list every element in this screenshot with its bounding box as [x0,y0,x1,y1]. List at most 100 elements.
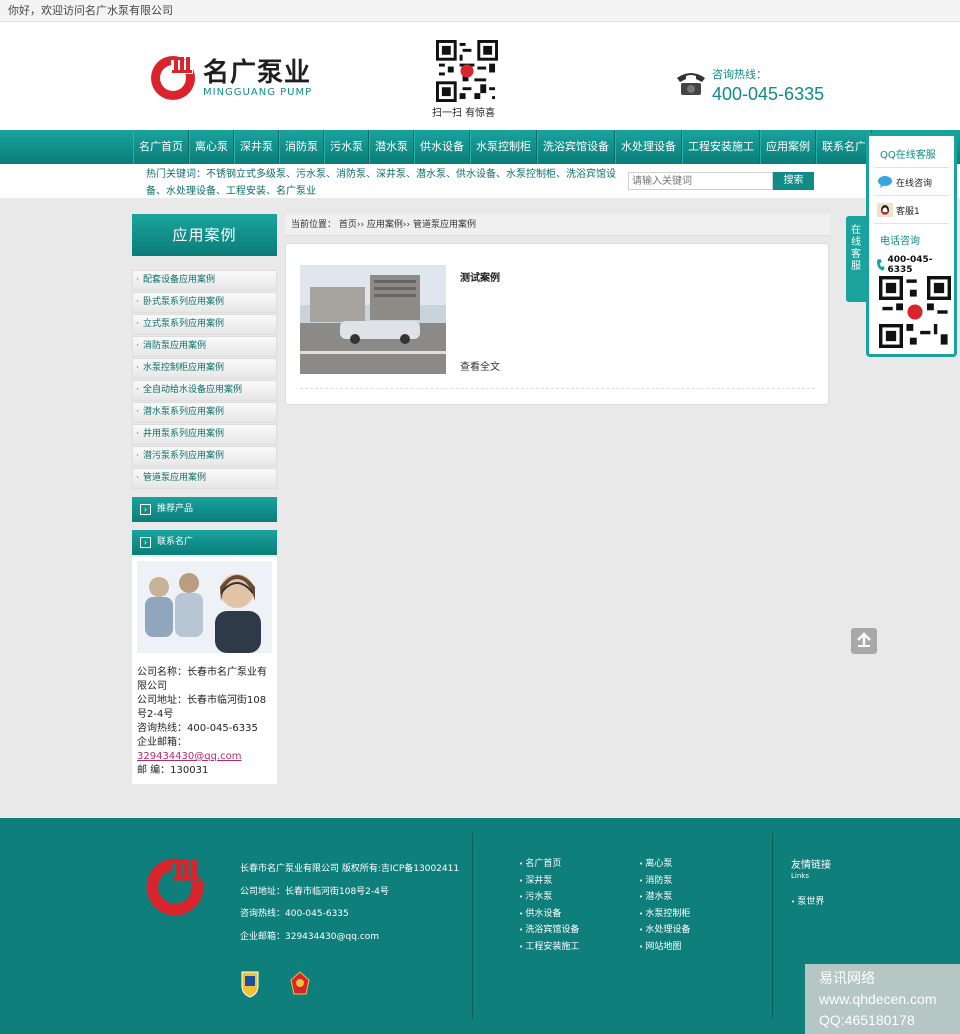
search-input[interactable] [628,172,773,190]
sidebar-item[interactable]: 立式泵系列应用案例 [132,314,277,335]
contact-title: 联系名广 [157,537,194,547]
contact-email-label: 企业邮箱： [137,737,187,748]
agent-button[interactable]: 客服1 [869,203,954,217]
logo-english: MINGGUANG PUMP [203,86,313,98]
nav-item-bath-hotel[interactable]: 洗浴宾馆设备 [537,130,615,164]
watermark-line: 易讯网络 [819,970,875,986]
contact-phone: 咨询热线：400-045-6335 [137,723,258,734]
footer-logo-icon [146,858,204,916]
footer-link[interactable]: 水泵控制柜 [639,906,759,919]
business-license-badge-icon[interactable] [290,970,310,998]
footer-address: 公司地址：长春市临河街108号2-4号 [240,886,389,897]
recommend-products-header[interactable]: › 推荐产品 [132,497,277,522]
nav-item-sewage-pump[interactable]: 污水泵 [324,130,369,164]
footer-link[interactable]: 名广首页 [519,856,639,869]
friend-links-title: 友情链接 [791,860,831,871]
sidebar-item[interactable]: 卧式泵系列应用案例 [132,292,277,313]
qq-penguin-icon [877,203,893,217]
nav-item-control-cabinet[interactable]: 水泵控制柜 [470,130,537,164]
nav-item-installation[interactable]: 工程安装施工 [682,130,760,164]
footer-link[interactable]: 供水设备 [519,906,639,919]
back-to-top-button[interactable] [851,628,877,654]
customer-service-photo [137,561,272,653]
welcome-text: 你好，欢迎访问名广水泵有限公司 [8,4,173,17]
site-header: 名广泵业 MINGGUANG PUMP 扫一扫 有惊喜 咨询热线： 400-04… [0,22,960,130]
footer-link[interactable]: 离心泵 [639,856,759,869]
footer-link[interactable]: 污水泵 [519,889,639,902]
hotline-label: 咨询热线： [712,68,767,81]
contact-postcode: 邮 编：130031 [137,765,209,776]
nav-item-submersible-pump[interactable]: 潜水泵 [369,130,414,164]
welcome-bar: 你好，欢迎访问名广水泵有限公司 [0,0,960,22]
online-consult-label: 在线咨询 [896,178,933,189]
nav-item-fire-pump[interactable]: 消防泵 [279,130,324,164]
online-consult-button[interactable]: 在线咨询 [869,175,954,189]
police-badge-icon[interactable] [240,970,260,998]
footer-phone: 咨询热线：400-045-6335 [240,909,349,919]
sidebar-item[interactable]: 管道泵应用案例 [132,468,277,489]
sidebar-item[interactable]: 消防泵应用案例 [132,336,277,357]
footer-company-info: 长春市名广泵业有限公司 版权所有:吉ICP备13002411 公司地址：长春市临… [240,858,459,948]
sidebar-title: 应用案例 [132,214,277,256]
friend-links-subtitle: Links [791,872,809,880]
footer-email: 企业邮箱：329434430@qq.com [240,931,380,942]
sidebar-item[interactable]: 井用泵系列应用案例 [132,424,277,445]
footer-link[interactable]: 水处理设备 [639,922,759,935]
case-list: 测试案例 查看全文 [285,243,829,405]
nav-item-deep-well-pump[interactable]: 深井泵 [234,130,279,164]
sidebar-item[interactable]: 潜污泵系列应用案例 [132,446,277,467]
tel-consult-title: 电话咨询 [880,236,920,247]
nav-item-cases[interactable]: 应用案例 [760,130,816,164]
online-service-tab-label: 在线客服 [851,225,861,272]
footer-link[interactable]: 潜水泵 [639,889,759,902]
friend-link[interactable]: 泵世界 [791,894,831,907]
case-thumbnail[interactable] [300,265,446,374]
case-category-list: 配套设备应用案例 卧式泵系列应用案例 立式泵系列应用案例 消防泵应用案例 水泵控… [132,270,277,489]
footer-links: 名广首页 离心泵 深井泵 消防泵 污水泵 潜水泵 供水设备 水泵控制柜 洗浴宾馆… [519,856,759,952]
hotline: 咨询热线： 400-045-6335 [674,66,824,105]
sidebar-item[interactable]: 水泵控制柜应用案例 [132,358,277,379]
footer-copyright: 长春市名广泵业有限公司 版权所有:吉ICP备13002411 [240,864,460,874]
footer-link[interactable]: 消防泵 [639,873,759,886]
recommend-products-title: 推荐产品 [157,504,194,514]
phone-handset-icon [876,259,885,271]
qr-code-icon [436,40,498,102]
read-more-link[interactable]: 查看全文 [460,358,500,373]
sidebar-item[interactable]: 潜水泵系列应用案例 [132,402,277,423]
tel-consult-number: 400-045-6335 [869,255,954,275]
search-button[interactable]: 搜索 [773,172,814,190]
qq-service-panel: QQ在线客服 在线咨询 客服1 电话咨询 400-045-6335 [866,133,957,357]
footer-link[interactable]: 工程安装施工 [519,939,639,952]
hotline-number: 400-045-6335 [712,84,825,104]
contact-header[interactable]: › 联系名广 [132,530,277,555]
arrow-right-icon: › [140,537,151,548]
nav-item-contact[interactable]: 联系名广 [816,130,872,164]
nav-item-water-supply[interactable]: 供水设备 [414,130,470,164]
sidebar: 应用案例 配套设备应用案例 卧式泵系列应用案例 立式泵系列应用案例 消防泵应用案… [132,214,277,784]
friend-links: 友情链接 Links 泵世界 [791,856,831,907]
nav-item-home[interactable]: 名广首页 [133,130,189,164]
watermark-line: QQ:465180178 [819,1012,915,1028]
agent-label: 客服1 [896,206,920,217]
breadcrumb: 当前位置： 首页›› 应用案例›› 管道泵应用案例 [285,214,830,236]
footer-link[interactable]: 深井泵 [519,873,639,886]
divider [772,833,773,1019]
contact-address: 公司地址：长春市临河街108号2-4号 [137,695,267,720]
contact-box: 公司名称：长春市名广泵业有限公司 公司地址：长春市临河街108号2-4号 咨询热… [132,557,277,784]
watermark: 易讯网络 www.qhdecen.com QQ:465180178 [805,964,960,1034]
main-nav: 名广首页 离心泵 深井泵 消防泵 污水泵 潜水泵 供水设备 水泵控制柜 洗浴宾馆… [0,130,960,164]
contact-email-link[interactable]: 329434430@qq.com [137,751,242,762]
nav-item-water-treatment[interactable]: 水处理设备 [615,130,682,164]
online-service-tab[interactable]: 在线客服 [846,216,866,302]
qr-code-icon [879,276,951,348]
sidebar-item[interactable]: 全自动给水设备应用案例 [132,380,277,401]
footer-link[interactable]: 网站地图 [639,939,759,952]
footer-link[interactable]: 洗浴宾馆设备 [519,922,639,935]
site-logo[interactable]: 名广泵业 MINGGUANG PUMP [149,54,312,102]
hot-keywords[interactable]: 热门关键词：不锈钢立式多级泵、污水泵、消防泵、深井泵、潜水泵、供水设备、水泵控制… [146,166,624,200]
case-title[interactable]: 测试案例 [460,269,500,284]
sidebar-item[interactable]: 配套设备应用案例 [132,270,277,291]
divider [300,388,815,389]
nav-item-centrifugal-pump[interactable]: 离心泵 [189,130,234,164]
arrow-up-icon [857,632,871,647]
